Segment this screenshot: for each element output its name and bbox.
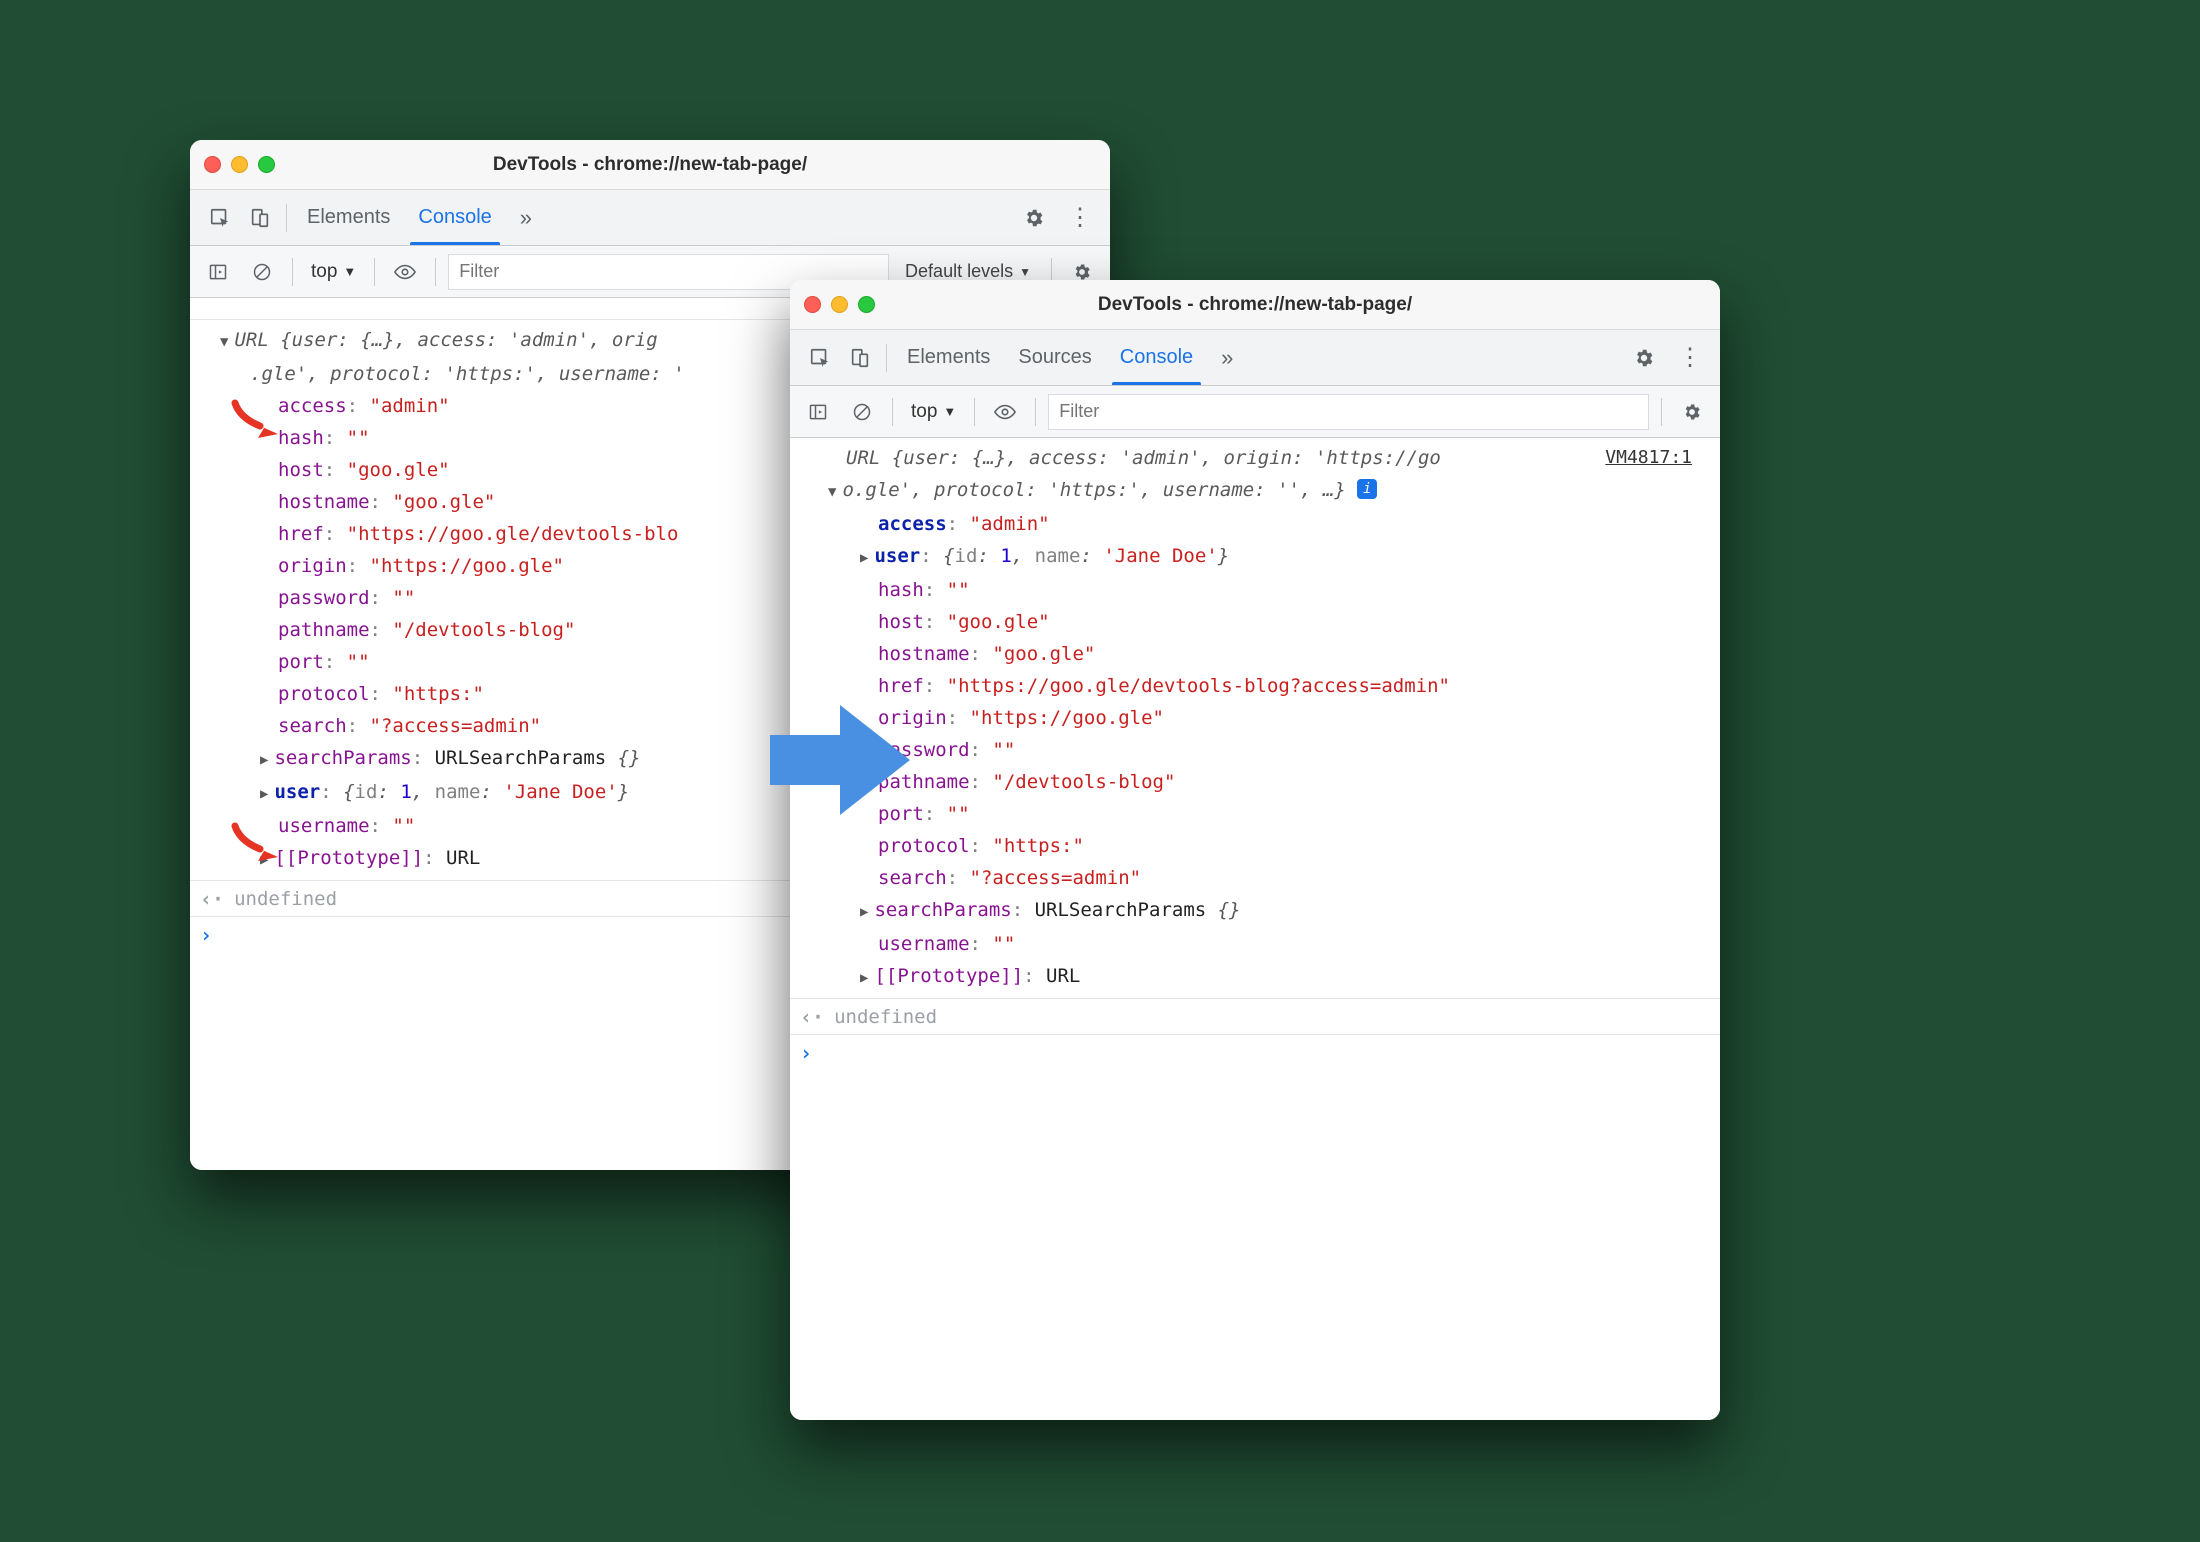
prop-row[interactable]: user: {id: 1, name: 'Jane Doe'} — [790, 540, 1720, 574]
context-selector[interactable]: top ▼ — [305, 261, 362, 283]
prop-row[interactable]: origin: "https://goo.gle" — [790, 702, 1720, 734]
prompt-row[interactable]: › — [790, 1035, 1720, 1071]
tab-sources[interactable]: Sources — [1004, 330, 1105, 385]
maximize-icon[interactable] — [258, 156, 275, 173]
titlebar[interactable]: DevTools - chrome://new-tab-page/ — [790, 280, 1720, 330]
context-label: top — [311, 261, 337, 283]
chevron-down-icon: ▼ — [943, 404, 956, 419]
minimize-icon[interactable] — [231, 156, 248, 173]
close-icon[interactable] — [204, 156, 221, 173]
context-label: top — [911, 401, 937, 423]
eye-icon[interactable] — [987, 394, 1023, 430]
prop-row[interactable]: port: "" — [790, 798, 1720, 830]
console-content[interactable]: VM4817:1 URL {user: {…}, access: 'admin'… — [790, 438, 1720, 1420]
inspect-icon[interactable] — [800, 338, 840, 378]
prop-row[interactable]: href: "https://goo.gle/devtools-blog?acc… — [790, 670, 1720, 702]
clear-console-icon[interactable] — [244, 254, 280, 290]
context-selector[interactable]: top ▼ — [905, 401, 962, 423]
settings-icon[interactable] — [1674, 394, 1710, 430]
levels-label: Default levels — [905, 261, 1013, 282]
more-icon[interactable]: ⋮ — [1670, 338, 1710, 378]
prop-row[interactable]: pathname: "/devtools-blog" — [790, 766, 1720, 798]
chevron-down-icon: ▼ — [1019, 265, 1031, 279]
settings-icon[interactable] — [1014, 198, 1054, 238]
minimize-icon[interactable] — [831, 296, 848, 313]
result-row: ‹·undefined — [790, 999, 1720, 1035]
filter-field[interactable] — [1049, 395, 1648, 429]
more-icon[interactable]: ⋮ — [1060, 198, 1100, 238]
close-icon[interactable] — [804, 296, 821, 313]
prop-row[interactable]: hostname: "goo.gle" — [790, 638, 1720, 670]
tab-label: Sources — [1018, 346, 1091, 369]
tab-label: Elements — [307, 206, 390, 229]
prop-row[interactable]: hash: "" — [790, 574, 1720, 606]
prop-row[interactable]: password: "" — [790, 734, 1720, 766]
device-toggle-icon[interactable] — [840, 338, 880, 378]
clear-console-icon[interactable] — [844, 394, 880, 430]
prop-row[interactable]: search: "?access=admin" — [790, 862, 1720, 894]
vm-link[interactable]: VM4817:1 — [1605, 442, 1692, 474]
maximize-icon[interactable] — [858, 296, 875, 313]
tab-bar: Elements Sources Console » ⋮ — [790, 330, 1720, 386]
window-title: DevTools - chrome://new-tab-page/ — [190, 154, 1110, 176]
tab-overflow[interactable]: » — [1207, 330, 1247, 385]
tab-bar: Elements Console » ⋮ — [190, 190, 1110, 246]
sidebar-toggle-icon[interactable] — [200, 254, 236, 290]
prop-row[interactable]: username: "" — [790, 928, 1720, 960]
console-toolbar: top ▼ — [790, 386, 1720, 438]
devtools-window-right: DevTools - chrome://new-tab-page/ Elemen… — [790, 280, 1720, 1420]
info-icon[interactable]: i — [1357, 479, 1377, 499]
window-title: DevTools - chrome://new-tab-page/ — [790, 294, 1720, 316]
settings-icon[interactable] — [1624, 338, 1664, 378]
tab-console[interactable]: Console — [1106, 330, 1207, 385]
prop-row[interactable]: protocol: "https:" — [790, 830, 1720, 862]
tab-overflow[interactable]: » — [506, 190, 546, 245]
inspect-icon[interactable] — [200, 198, 240, 238]
titlebar[interactable]: DevTools - chrome://new-tab-page/ — [190, 140, 1110, 190]
object-header[interactable]: o.gle', protocol: 'https:', username: ''… — [790, 474, 1720, 508]
eye-icon[interactable] — [387, 254, 423, 290]
tab-elements[interactable]: Elements — [293, 190, 404, 245]
prop-row[interactable]: [[Prototype]]: URL — [790, 960, 1720, 994]
tab-label: Elements — [907, 346, 990, 369]
prop-row[interactable]: host: "goo.gle" — [790, 606, 1720, 638]
sidebar-toggle-icon[interactable] — [800, 394, 836, 430]
levels-selector[interactable]: Default levels ▼ — [897, 261, 1039, 282]
prop-row[interactable]: access: "admin" — [790, 508, 1720, 540]
object-header[interactable]: URL {user: {…}, access: 'admin', origin:… — [790, 442, 1720, 474]
chevron-down-icon: ▼ — [343, 264, 356, 279]
tab-label: Console — [1120, 346, 1193, 369]
prop-row[interactable]: searchParams: URLSearchParams {} — [790, 894, 1720, 928]
tab-label: Console — [418, 206, 491, 229]
tab-console[interactable]: Console — [404, 190, 505, 245]
device-toggle-icon[interactable] — [240, 198, 280, 238]
tab-elements[interactable]: Elements — [893, 330, 1004, 385]
filter-input[interactable] — [1048, 394, 1649, 430]
